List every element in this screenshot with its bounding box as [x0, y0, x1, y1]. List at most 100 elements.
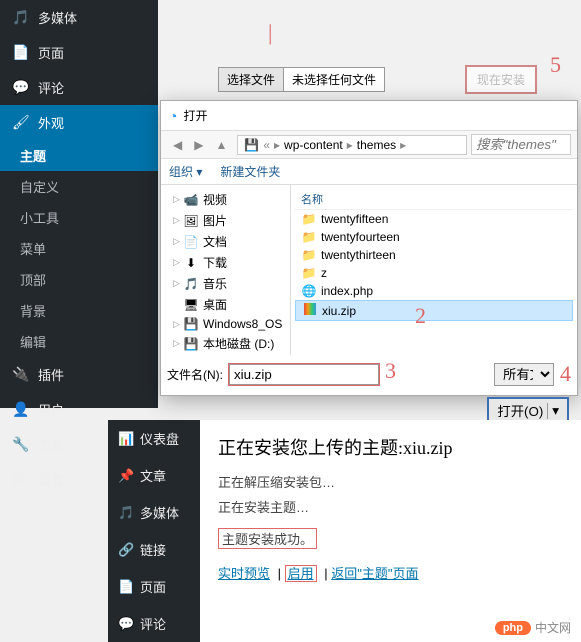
- sidebar-item-plugins[interactable]: 🔌 插件: [0, 357, 158, 392]
- tree-disk-d[interactable]: ▷💾本地磁盘 (D:): [161, 333, 290, 354]
- annotation-3: 3: [385, 358, 396, 384]
- folder-icon: 📁: [301, 248, 317, 262]
- filetype-select[interactable]: 所有文件: [494, 363, 554, 386]
- annotation-4: 4: [560, 361, 571, 387]
- file-row[interactable]: 📁z: [295, 264, 573, 282]
- sub-editor[interactable]: 编辑: [0, 326, 158, 357]
- result-links: 实时预览 | 启用 | 返回"主题"页面: [218, 563, 563, 582]
- php-file-icon: 🌐: [301, 284, 317, 298]
- annotation-2: 2: [415, 303, 581, 329]
- sub-themes[interactable]: 主题: [0, 140, 158, 171]
- choose-file-button[interactable]: 选择文件: [218, 67, 284, 92]
- breadcrumb-bar: ◀ ▶ ▲ 💾 « ▸ wp-content ▸ themes ▸: [161, 130, 577, 159]
- media-icon: 🎵: [12, 9, 30, 26]
- sub-header[interactable]: 顶部: [0, 264, 158, 295]
- sidebar2-links[interactable]: 🔗链接: [108, 531, 200, 568]
- comment-icon: 💬: [118, 616, 134, 632]
- install-now-button[interactable]: 现在安装: [465, 65, 537, 94]
- file-row[interactable]: 🌐index.php: [295, 282, 573, 300]
- video-icon: 📹: [183, 193, 199, 207]
- tree-music[interactable]: ▷🎵音乐: [161, 273, 290, 294]
- tree-pictures[interactable]: ▷🖼图片: [161, 210, 290, 231]
- nav-up-icon[interactable]: ▲: [209, 136, 233, 154]
- dialog-toolbar: 组织 ▾ 新建文件夹: [161, 159, 577, 185]
- comment-icon: 💬: [12, 79, 30, 96]
- plugin-icon: 🔌: [12, 366, 30, 383]
- sidebar-label: 评论: [38, 78, 64, 97]
- nav-back-icon[interactable]: ◀: [167, 136, 188, 154]
- sidebar-item-media[interactable]: 🎵 多媒体: [0, 0, 158, 35]
- picture-icon: 🖼: [183, 214, 199, 228]
- file-row[interactable]: 📁twentyfifteen: [295, 210, 573, 228]
- no-file-label: 未选择任何文件: [284, 67, 385, 92]
- media-icon: 🎵: [118, 505, 134, 521]
- path-input[interactable]: 💾 « ▸ wp-content ▸ themes ▸: [237, 135, 467, 155]
- sub-background[interactable]: 背景: [0, 295, 158, 326]
- desktop-icon: 🖥: [183, 298, 199, 312]
- tree-desktop[interactable]: 🖥桌面: [161, 294, 290, 315]
- sidebar-label: 工具: [38, 435, 64, 454]
- tree-videos[interactable]: ▷📹视频: [161, 189, 290, 210]
- download-icon: ⬇: [183, 256, 199, 270]
- page-icon: 📄: [12, 44, 30, 61]
- sub-customize[interactable]: 自定义: [0, 171, 158, 202]
- sidebar-label: 用户: [38, 400, 64, 419]
- wrench-icon: 🔧: [12, 436, 30, 453]
- gear-icon: ⚙: [12, 471, 30, 488]
- nav-fwd-icon[interactable]: ▶: [188, 136, 209, 154]
- page-icon: 📄: [118, 579, 134, 595]
- sidebar2-pages[interactable]: 📄页面: [108, 568, 200, 605]
- disk-icon: 💾: [183, 317, 199, 331]
- disk-icon: 💾: [242, 138, 261, 152]
- search-input[interactable]: [471, 134, 571, 155]
- sidebar-label: 多媒体: [38, 8, 77, 27]
- result-installing: 正在安装主题…: [218, 497, 563, 516]
- tree-documents[interactable]: ▷📄文档: [161, 231, 290, 252]
- brush-icon: 🖌: [12, 114, 30, 131]
- zip-file-icon: [302, 303, 318, 318]
- wp-admin-sidebar: 🎵 多媒体 📄 页面 💬 评论 🖌 外观 主题 自定义 小工具 菜单 顶部 背景…: [0, 0, 158, 408]
- file-row[interactable]: 📁twentythirteen: [295, 246, 573, 264]
- sub-menus[interactable]: 菜单: [0, 233, 158, 264]
- install-result-panel: 正在安装您上传的主题:xiu.zip 正在解压缩安装包… 正在安装主题… 主题安…: [200, 420, 581, 642]
- open-dropdown-icon[interactable]: ▾: [547, 403, 559, 419]
- sidebar2-comments[interactable]: 💬评论: [108, 605, 200, 642]
- folder-icon: 📁: [301, 212, 317, 226]
- filename-input[interactable]: [229, 364, 379, 385]
- music-icon: 🎵: [183, 277, 199, 291]
- file-list: 名称 📁twentyfifteen 📁twentyfourteen 📁twent…: [291, 185, 577, 355]
- new-folder-button[interactable]: 新建文件夹: [220, 163, 280, 180]
- sidebar2-posts[interactable]: 📌文章: [108, 457, 200, 494]
- link-return[interactable]: 返回"主题"页面: [331, 566, 418, 581]
- tree-downloads[interactable]: ▷⬇下载: [161, 252, 290, 273]
- php-badge: php: [495, 621, 531, 635]
- column-name-header[interactable]: 名称: [295, 189, 573, 210]
- tree-windows8[interactable]: ▷💾Windows8_OS: [161, 315, 290, 333]
- ie-icon: ◔: [169, 108, 177, 124]
- wp-admin-sidebar-2: 📊仪表盘 📌文章 🎵多媒体 🔗链接 📄页面 💬评论: [108, 420, 200, 642]
- file-row[interactable]: 📁twentyfourteen: [295, 228, 573, 246]
- sidebar2-media[interactable]: 🎵多媒体: [108, 494, 200, 531]
- dashboard-icon: 📊: [118, 431, 134, 447]
- dialog-title-text: 打开: [183, 107, 207, 124]
- path-sep: «: [261, 138, 272, 152]
- sidebar-label: 插件: [38, 365, 64, 384]
- pin-icon: 📌: [118, 468, 134, 484]
- sub-widgets[interactable]: 小工具: [0, 202, 158, 233]
- user-icon: 👤: [12, 401, 30, 418]
- sidebar-item-pages[interactable]: 📄 页面: [0, 35, 158, 70]
- sidebar-item-appearance[interactable]: 🖌 外观: [0, 105, 158, 140]
- folder-icon: 📁: [301, 230, 317, 244]
- sidebar-label: 设置: [38, 470, 64, 489]
- watermark: php 中文网: [495, 619, 571, 636]
- folder-tree: ▷📹视频 ▷🖼图片 ▷📄文档 ▷⬇下载 ▷🎵音乐 🖥桌面 ▷💾Windows8_…: [161, 185, 291, 355]
- disk-icon: 💾: [183, 337, 199, 351]
- organize-menu[interactable]: 组织 ▾: [169, 163, 202, 180]
- link-preview[interactable]: 实时预览: [218, 566, 270, 581]
- filename-label: 文件名(N):: [167, 366, 223, 383]
- document-icon: 📄: [183, 235, 199, 249]
- link-enable[interactable]: 启用: [285, 565, 317, 582]
- annotation-line: |: [268, 20, 272, 46]
- sidebar-label: 外观: [38, 113, 64, 132]
- sidebar-item-comments[interactable]: 💬 评论: [0, 70, 158, 105]
